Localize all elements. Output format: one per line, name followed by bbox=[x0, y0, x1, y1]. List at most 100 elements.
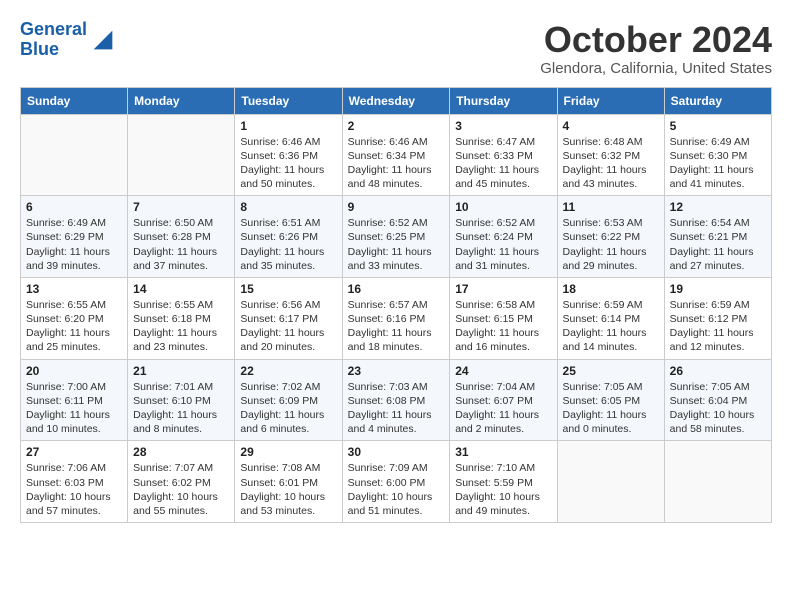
calendar-cell: 22Sunrise: 7:02 AMSunset: 6:09 PMDayligh… bbox=[235, 359, 342, 441]
day-number: 18 bbox=[563, 282, 659, 296]
day-detail: Sunrise: 7:09 AMSunset: 6:00 PMDaylight:… bbox=[348, 461, 445, 518]
calendar-cell: 4 Sunrise: 6:48 AMSunset: 6:32 PMDaylight… bbox=[557, 114, 664, 196]
location: Glendora, California, United States bbox=[540, 60, 772, 77]
day-detail: Sunrise: 7:02 AMSunset: 6:09 PMDaylight:… bbox=[240, 380, 336, 437]
day-number: 1 bbox=[240, 119, 336, 133]
logo: General Blue bbox=[20, 20, 117, 60]
day-detail: Sunrise: 6:49 AMSunset: 6:29 PMDaylight:… bbox=[26, 216, 122, 273]
calendar-cell: 25Sunrise: 7:05 AMSunset: 6:05 PMDayligh… bbox=[557, 359, 664, 441]
calendar-cell: 3 Sunrise: 6:47 AMSunset: 6:33 PMDaylight… bbox=[450, 114, 557, 196]
day-number: 26 bbox=[670, 364, 766, 378]
calendar-cell: 24 Sunrise: 7:04 AMSunset: 6:07 PMDayligh… bbox=[450, 359, 557, 441]
day-detail: Sunrise: 6:47 AMSunset: 6:33 PMDaylight:… bbox=[455, 135, 551, 192]
weekday-header: Wednesday bbox=[342, 87, 450, 114]
weekday-header: Friday bbox=[557, 87, 664, 114]
logo-icon bbox=[89, 26, 117, 54]
day-number: 20 bbox=[26, 364, 122, 378]
calendar-cell: 19 Sunrise: 6:59 AMSunset: 6:12 PMDayligh… bbox=[664, 277, 771, 359]
calendar-cell: 7 Sunrise: 6:50 AMSunset: 6:28 PMDaylight… bbox=[128, 196, 235, 278]
header: General Blue October 2024 Glendora, Cali… bbox=[20, 20, 772, 77]
calendar-cell: 30 Sunrise: 7:09 AMSunset: 6:00 PMDayligh… bbox=[342, 441, 450, 523]
day-number: 14 bbox=[133, 282, 229, 296]
day-number: 3 bbox=[455, 119, 551, 133]
day-detail: Sunrise: 6:56 AMSunset: 6:17 PMDaylight:… bbox=[240, 298, 336, 355]
day-number: 8 bbox=[240, 200, 336, 214]
day-number: 12 bbox=[670, 200, 766, 214]
weekday-header: Sunday bbox=[21, 87, 128, 114]
calendar-table: SundayMondayTuesdayWednesdayThursdayFrid… bbox=[20, 87, 772, 523]
calendar-cell: 9 Sunrise: 6:52 AMSunset: 6:25 PMDaylight… bbox=[342, 196, 450, 278]
day-detail: Sunrise: 6:52 AMSunset: 6:25 PMDaylight:… bbox=[348, 216, 445, 273]
day-detail: Sunrise: 6:52 AMSunset: 6:24 PMDaylight:… bbox=[455, 216, 551, 273]
day-detail: Sunrise: 6:57 AMSunset: 6:16 PMDaylight:… bbox=[348, 298, 445, 355]
day-number: 5 bbox=[670, 119, 766, 133]
calendar-cell bbox=[664, 441, 771, 523]
day-detail: Sunrise: 6:48 AMSunset: 6:32 PMDaylight:… bbox=[563, 135, 659, 192]
calendar-cell: 11 Sunrise: 6:53 AMSunset: 6:22 PMDayligh… bbox=[557, 196, 664, 278]
calendar-week-row: 13 Sunrise: 6:55 AMSunset: 6:20 PMDayligh… bbox=[21, 277, 772, 359]
day-number: 13 bbox=[26, 282, 122, 296]
day-number: 30 bbox=[348, 445, 445, 459]
day-number: 4 bbox=[563, 119, 659, 133]
day-detail: Sunrise: 6:59 AMSunset: 6:12 PMDaylight:… bbox=[670, 298, 766, 355]
calendar-cell: 21 Sunrise: 7:01 AMSunset: 6:10 PMDayligh… bbox=[128, 359, 235, 441]
day-number: 7 bbox=[133, 200, 229, 214]
day-number: 2 bbox=[348, 119, 445, 133]
day-detail: Sunrise: 7:04 AMSunset: 6:07 PMDaylight:… bbox=[455, 380, 551, 437]
day-detail: Sunrise: 6:54 AMSunset: 6:21 PMDaylight:… bbox=[670, 216, 766, 273]
day-number: 19 bbox=[670, 282, 766, 296]
day-number: 31 bbox=[455, 445, 551, 459]
calendar-cell bbox=[557, 441, 664, 523]
calendar-cell: 31Sunrise: 7:10 AMSunset: 5:59 PMDayligh… bbox=[450, 441, 557, 523]
calendar-cell: 29 Sunrise: 7:08 AMSunset: 6:01 PMDayligh… bbox=[235, 441, 342, 523]
day-detail: Sunrise: 7:05 AMSunset: 6:04 PMDaylight:… bbox=[670, 380, 766, 437]
day-number: 23 bbox=[348, 364, 445, 378]
day-detail: Sunrise: 6:51 AMSunset: 6:26 PMDaylight:… bbox=[240, 216, 336, 273]
day-detail: Sunrise: 7:08 AMSunset: 6:01 PMDaylight:… bbox=[240, 461, 336, 518]
day-number: 27 bbox=[26, 445, 122, 459]
calendar-header-row: SundayMondayTuesdayWednesdayThursdayFrid… bbox=[21, 87, 772, 114]
calendar-cell: 23 Sunrise: 7:03 AMSunset: 6:08 PMDayligh… bbox=[342, 359, 450, 441]
day-number: 10 bbox=[455, 200, 551, 214]
day-detail: Sunrise: 6:53 AMSunset: 6:22 PMDaylight:… bbox=[563, 216, 659, 273]
day-number: 25 bbox=[563, 364, 659, 378]
day-detail: Sunrise: 6:55 AMSunset: 6:20 PMDaylight:… bbox=[26, 298, 122, 355]
day-number: 21 bbox=[133, 364, 229, 378]
logo-text: General bbox=[20, 20, 87, 40]
weekday-header: Tuesday bbox=[235, 87, 342, 114]
calendar-week-row: 27 Sunrise: 7:06 AMSunset: 6:03 PMDayligh… bbox=[21, 441, 772, 523]
calendar-cell: 1 Sunrise: 6:46 AMSunset: 6:36 PMDaylight… bbox=[235, 114, 342, 196]
calendar-cell: 16 Sunrise: 6:57 AMSunset: 6:16 PMDayligh… bbox=[342, 277, 450, 359]
month-title: October 2024 bbox=[540, 20, 772, 60]
calendar-cell: 28Sunrise: 7:07 AMSunset: 6:02 PMDayligh… bbox=[128, 441, 235, 523]
day-detail: Sunrise: 6:46 AMSunset: 6:36 PMDaylight:… bbox=[240, 135, 336, 192]
day-detail: Sunrise: 7:06 AMSunset: 6:03 PMDaylight:… bbox=[26, 461, 122, 518]
day-detail: Sunrise: 7:00 AMSunset: 6:11 PMDaylight:… bbox=[26, 380, 122, 437]
calendar-cell bbox=[21, 114, 128, 196]
weekday-header: Saturday bbox=[664, 87, 771, 114]
calendar-cell: 18 Sunrise: 6:59 AMSunset: 6:14 PMDayligh… bbox=[557, 277, 664, 359]
calendar-cell: 12 Sunrise: 6:54 AMSunset: 6:21 PMDayligh… bbox=[664, 196, 771, 278]
day-detail: Sunrise: 6:50 AMSunset: 6:28 PMDaylight:… bbox=[133, 216, 229, 273]
day-number: 11 bbox=[563, 200, 659, 214]
calendar-week-row: 6Sunrise: 6:49 AMSunset: 6:29 PMDaylight… bbox=[21, 196, 772, 278]
day-detail: Sunrise: 7:03 AMSunset: 6:08 PMDaylight:… bbox=[348, 380, 445, 437]
day-detail: Sunrise: 6:59 AMSunset: 6:14 PMDaylight:… bbox=[563, 298, 659, 355]
weekday-header: Thursday bbox=[450, 87, 557, 114]
calendar-cell: 6Sunrise: 6:49 AMSunset: 6:29 PMDaylight… bbox=[21, 196, 128, 278]
day-detail: Sunrise: 6:49 AMSunset: 6:30 PMDaylight:… bbox=[670, 135, 766, 192]
calendar-cell: 8 Sunrise: 6:51 AMSunset: 6:26 PMDaylight… bbox=[235, 196, 342, 278]
day-number: 29 bbox=[240, 445, 336, 459]
calendar-cell: 10 Sunrise: 6:52 AMSunset: 6:24 PMDayligh… bbox=[450, 196, 557, 278]
day-detail: Sunrise: 7:01 AMSunset: 6:10 PMDaylight:… bbox=[133, 380, 229, 437]
day-number: 9 bbox=[348, 200, 445, 214]
calendar-cell: 13 Sunrise: 6:55 AMSunset: 6:20 PMDayligh… bbox=[21, 277, 128, 359]
day-number: 15 bbox=[240, 282, 336, 296]
calendar-cell: 15 Sunrise: 6:56 AMSunset: 6:17 PMDayligh… bbox=[235, 277, 342, 359]
day-number: 16 bbox=[348, 282, 445, 296]
calendar-cell: 20 Sunrise: 7:00 AMSunset: 6:11 PMDayligh… bbox=[21, 359, 128, 441]
day-number: 17 bbox=[455, 282, 551, 296]
title-block: October 2024 Glendora, California, Unite… bbox=[540, 20, 772, 77]
calendar-cell: 27 Sunrise: 7:06 AMSunset: 6:03 PMDayligh… bbox=[21, 441, 128, 523]
day-number: 24 bbox=[455, 364, 551, 378]
